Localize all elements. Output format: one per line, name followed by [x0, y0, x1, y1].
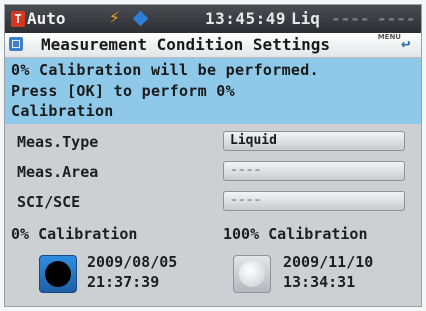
sci-sce-field[interactable]: ----	[223, 191, 405, 211]
measure-mode-label: Liq	[291, 9, 320, 28]
hundred-calibration-time: 13:34:31	[283, 273, 356, 291]
message-line: 0% Calibration will be performed.	[11, 61, 319, 79]
meas-area-field[interactable]: ----	[223, 161, 405, 181]
white-disc-icon	[239, 261, 265, 287]
title-bar: Measurement Condition Settings MENU ↩	[5, 33, 421, 58]
meas-type-field[interactable]: Liquid	[223, 131, 405, 151]
status-placeholder: ----	[377, 9, 416, 28]
lcd-screen: T Auto ⚡ 13:45:49 Liq ---- ---- Measurem…	[4, 4, 422, 307]
back-icon[interactable]: ↩	[401, 36, 417, 52]
zero-calibration-date: 2009/08/05	[87, 253, 178, 271]
connection-icon	[132, 10, 149, 27]
message-line: Calibration	[11, 102, 114, 120]
page-title: Measurement Condition Settings	[41, 35, 330, 54]
meas-area-label: Meas.Area	[17, 163, 99, 181]
hundred-calibration-date: 2009/11/10	[283, 253, 374, 271]
status-placeholder: ----	[331, 9, 370, 28]
hundred-calibration-label: 100% Calibration	[223, 225, 368, 243]
zero-calibration-button[interactable]	[39, 255, 77, 293]
status-bar: T Auto ⚡ 13:45:49 Liq ---- ----	[5, 5, 421, 33]
battery-bolt-icon: ⚡	[109, 7, 120, 28]
message-line: Press [OK] to perform 0%	[11, 82, 235, 100]
zero-calibration-label: 0% Calibration	[11, 225, 138, 243]
clock: 13:45:49	[205, 9, 287, 28]
zero-calibration-time: 21:37:39	[87, 273, 160, 291]
mode-label: Auto	[27, 9, 66, 28]
instruction-message: 0% Calibration will be performed. Press …	[5, 58, 421, 124]
mode-icon: T	[11, 11, 25, 27]
settings-screen-icon	[9, 37, 23, 51]
hundred-calibration-button[interactable]	[233, 255, 271, 293]
menu-label: MENU	[377, 33, 401, 41]
meas-type-label: Meas.Type	[17, 133, 99, 151]
black-disc-icon	[45, 261, 71, 287]
sci-sce-label: SCI/SCE	[17, 193, 81, 211]
